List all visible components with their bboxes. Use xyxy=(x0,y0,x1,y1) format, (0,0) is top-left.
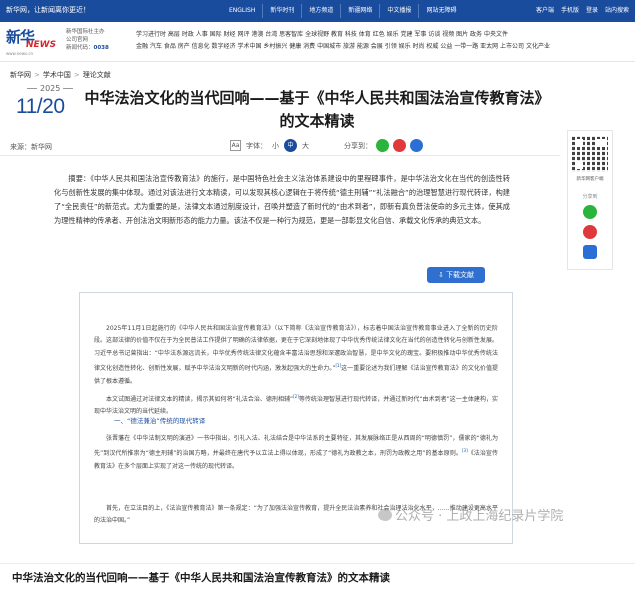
font-label: 字体： xyxy=(246,141,267,150)
logo-news: NEWS xyxy=(26,40,57,50)
font-size-control: Aa 字体： 小 中 大 xyxy=(230,139,309,152)
article-headline: 中华法治文化的当代回响——基于《中华人民共和国法治宣传教育法》的文本精读 xyxy=(84,89,550,130)
rail-weibo-icon[interactable] xyxy=(583,225,597,239)
font-medium-button[interactable]: 中 xyxy=(284,139,297,152)
rail-wechat-icon[interactable] xyxy=(583,205,597,219)
weibo-share-icon[interactable] xyxy=(393,139,406,152)
nav-accessibility[interactable]: 网站无障碍 xyxy=(418,4,463,18)
qr-caption: 新华网客户端 xyxy=(576,177,604,182)
article-source: 来源：新华网 xyxy=(10,143,52,151)
wechat-watermark-icon xyxy=(378,509,392,521)
wechat-share-icon[interactable] xyxy=(376,139,389,152)
info-code: 新闻代码：0038 xyxy=(66,45,109,51)
nav-english[interactable]: ENGLISH xyxy=(222,4,262,18)
font-small-button[interactable]: 小 xyxy=(272,141,279,151)
header-info: 新华国际社主办 公司官网 新闻代码：0038 xyxy=(66,28,126,52)
mobile-share-icon[interactable] xyxy=(410,139,423,152)
font-large-button[interactable]: 大 xyxy=(302,141,309,151)
font-size-icon: Aa xyxy=(230,140,241,151)
login-link[interactable]: 登录 xyxy=(586,4,598,18)
info-line1: 新华国际社主办 xyxy=(66,29,105,35)
channel-row-1[interactable]: 学习进行时 高层 时政 人事 国际 财经 网评 港澳 台湾 思客智库 全球视野 … xyxy=(136,29,633,41)
article-abstract: 摘要：《中华人民共和国法治宣传教育法》的施行，是中国特色社会主义法治体系建设中的… xyxy=(54,174,510,225)
breadcrumb-section[interactable]: 学术中国 xyxy=(43,71,71,79)
mobile-link[interactable]: 手机版 xyxy=(561,4,579,18)
share-label: 分享到： xyxy=(344,141,372,150)
breadcrumb: 新华网 > 学术中国 > 理论文献 xyxy=(10,71,111,79)
top-utilities: 客户端 手机版 登录 站内搜索 xyxy=(536,4,629,18)
divider xyxy=(0,563,635,564)
rail-share-caption: 分享到 xyxy=(582,194,598,200)
nav-xinjiang[interactable]: 新疆网络 xyxy=(340,4,379,18)
watermark: 公众号 · 上政上海纪录片学院 xyxy=(378,505,563,524)
doc-paragraph-1: 2025年11月1日起施行的《中华人民共和国法治宣传教育法》（以下简称《法治宣传… xyxy=(94,325,498,385)
channel-row-2[interactable]: 金融 汽车 食品 房产 信息化 数字经济 学术中国 乡村振兴 健康 消费 中国城… xyxy=(136,41,633,53)
nav-chinese-broadcast[interactable]: 中文播报 xyxy=(379,4,418,18)
channel-links: 学习进行时 高层 时政 人事 国际 财经 网评 港澳 台湾 思客智库 全球视野 … xyxy=(136,29,633,53)
rail-mobile-icon[interactable] xyxy=(583,245,597,259)
publish-year: 2025 xyxy=(24,84,76,93)
breadcrumb-home[interactable]: 新华网 xyxy=(10,71,31,79)
top-nav: ENGLISH 新华时刊 地方频道 新疆网络 中文播报 网站无障碍 xyxy=(222,4,463,18)
info-line2: 公司官网 xyxy=(66,37,89,43)
doc-section-heading: 一、“德法兼治”传统的现代转译 xyxy=(114,417,206,425)
download-document-button[interactable]: ⇩ 下载文献 xyxy=(427,267,485,283)
article-meta: 来源：新华网 Aa 字体： 小 中 大 分享到： xyxy=(0,136,560,156)
bottom-title: 中华法治文化的当代回响——基于《中华人民共和国法治宣传教育法》的文本精读 xyxy=(12,572,390,584)
client-link[interactable]: 客户端 xyxy=(536,4,554,18)
top-bar: 新华网，让新闻离你更近！ ENGLISH 新华时刊 地方频道 新疆网络 中文播报… xyxy=(0,0,635,22)
nav-xinhua-times[interactable]: 新华时刊 xyxy=(262,4,301,18)
logo-url: www.news.cn xyxy=(6,51,34,56)
xinhua-logo[interactable]: 新华 NEWS www.news.cn xyxy=(6,26,60,58)
nav-local-channels[interactable]: 地方频道 xyxy=(301,4,340,18)
site-header: 新华 NEWS www.news.cn 新华国际社主办 公司官网 新闻代码：00… xyxy=(0,22,635,62)
breadcrumb-subsection[interactable]: 理论文献 xyxy=(83,71,111,79)
doc-paragraph-3: 张晋藩在《中华法制文明的演进》一书中指出，引礼入法、礼法结合是中华法系的主要特征… xyxy=(94,435,498,470)
welcome-text: 新华网，让新闻离你更近！ xyxy=(6,6,90,14)
publish-date: 11/20 xyxy=(16,95,65,118)
site-search-link[interactable]: 站内搜索 xyxy=(605,4,629,18)
share-bar: 分享到： xyxy=(344,139,423,152)
right-rail: 新华网客户端 分享到 xyxy=(567,130,613,270)
